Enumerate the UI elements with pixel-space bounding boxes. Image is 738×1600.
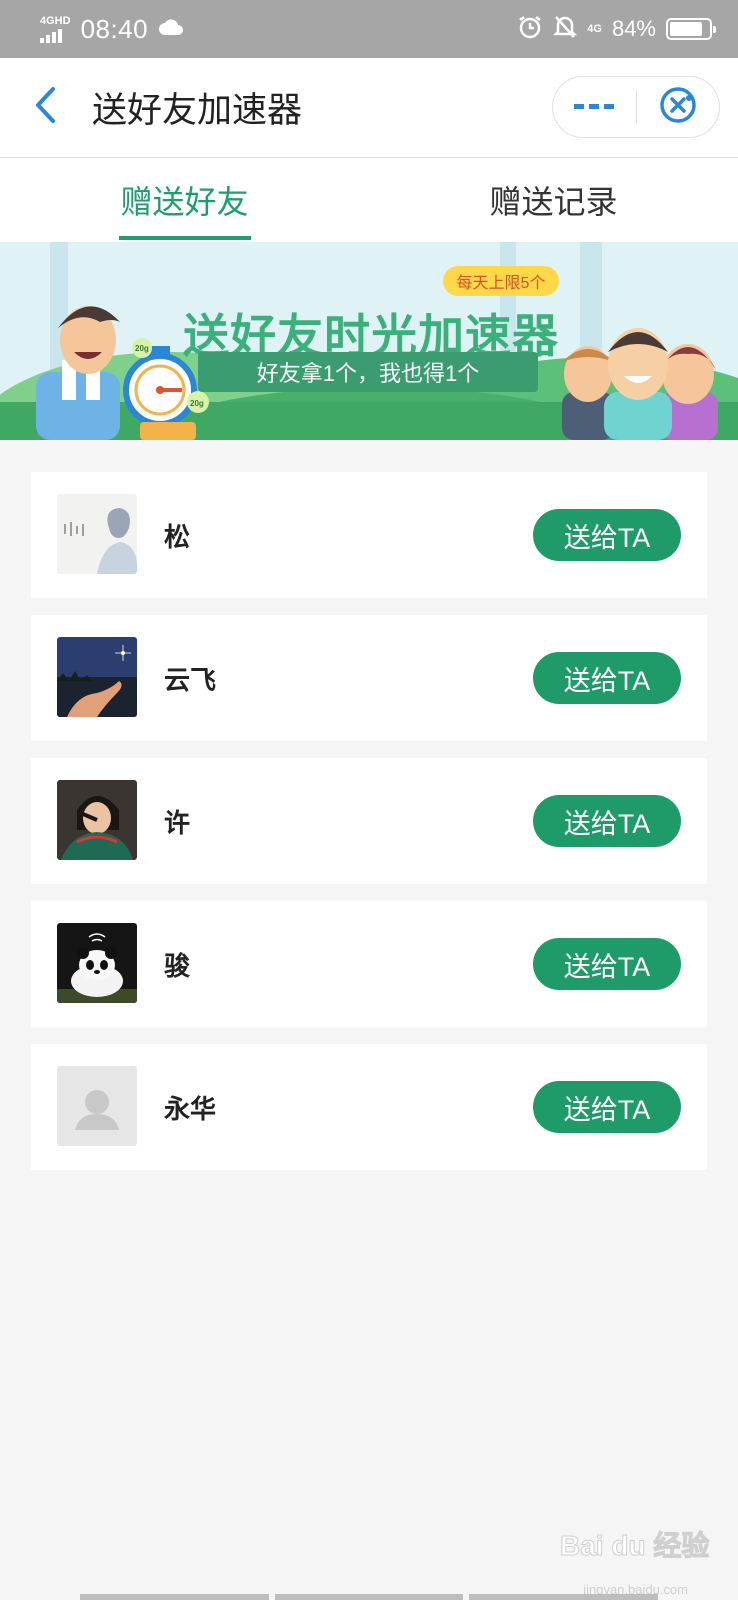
- close-circle-icon: [658, 85, 698, 130]
- bottom-edge-bars: [0, 1594, 738, 1600]
- send-to-friend-button[interactable]: 送给TA: [533, 795, 681, 847]
- friend-name: 松: [164, 521, 191, 552]
- friend-list: 松 送给TA 云飞 送给TA 许 送给TA 骏 送给TA 永华 送给TA: [31, 472, 707, 1187]
- signal-indicator: 4GHD: [40, 14, 71, 43]
- stopwatch-tag-1: 20g: [135, 344, 149, 353]
- status-bar: 4GHD 08:40 4G 84%: [0, 0, 738, 58]
- promo-banner: 每天上限5个 送好友时光加速器 好友拿1个，我也得1个 20g 20g: [0, 242, 738, 440]
- list-item: 骏 送给TA: [31, 901, 707, 1027]
- network-type-label-2: 4G: [587, 22, 602, 35]
- friend-name: 云飞: [164, 664, 217, 695]
- back-button[interactable]: [10, 58, 80, 158]
- list-item: 松 送给TA: [31, 472, 707, 598]
- avatar[interactable]: [57, 494, 137, 574]
- status-left: 4GHD 08:40: [40, 14, 184, 45]
- send-to-friend-button[interactable]: 送给TA: [533, 938, 681, 990]
- panda-avatar: [57, 923, 137, 1003]
- more-button[interactable]: [553, 77, 636, 137]
- avatar[interactable]: [57, 923, 137, 1003]
- sketch-boy-avatar: [57, 494, 137, 574]
- battery-icon: [666, 18, 716, 40]
- alarm-icon: [517, 14, 543, 45]
- close-button[interactable]: [637, 77, 720, 137]
- active-tab-underline: [118, 236, 251, 240]
- send-to-friend-button[interactable]: 送给TA: [533, 509, 681, 561]
- signal-bars-icon: [40, 28, 62, 43]
- title-bar: 送好友加速器: [0, 58, 738, 158]
- battery-fill: [670, 22, 702, 36]
- mini-program-capsule: [552, 76, 720, 138]
- more-dots-icon: [574, 98, 615, 116]
- girl-photo-avatar: [57, 780, 137, 860]
- tab-gift-friends[interactable]: 赠送好友: [0, 158, 369, 242]
- default-person-avatar: [57, 1066, 137, 1146]
- send-to-friend-button[interactable]: 送给TA: [533, 1081, 681, 1133]
- tab-label: 赠送记录: [489, 184, 618, 220]
- cloud-icon: [158, 17, 184, 42]
- list-item: 云飞 送给TA: [31, 615, 707, 741]
- list-item: 永华 送给TA: [31, 1044, 707, 1170]
- list-item: 许 送给TA: [31, 758, 707, 884]
- page-title: 送好友加速器: [92, 91, 303, 130]
- baidu-jingyan-watermark: Bai du 经验: [559, 1516, 709, 1576]
- daily-limit-badge: 每天上限5个: [443, 266, 559, 296]
- clock: 08:40: [80, 13, 149, 44]
- tab-bar: 赠送好友 赠送记录: [0, 158, 738, 242]
- friend-name: 骏: [164, 950, 191, 981]
- chevron-left-icon: [33, 86, 57, 129]
- friend-name: 许: [164, 807, 191, 838]
- stopwatch-tag-2: 20g: [190, 399, 204, 408]
- friend-name: 永华: [164, 1093, 217, 1124]
- avatar[interactable]: [57, 780, 137, 860]
- mute-bell-icon: [553, 14, 578, 45]
- avatar[interactable]: [57, 637, 137, 717]
- watermark-logo: Bai du 经验: [559, 1530, 710, 1562]
- network-type-label: 4GHD: [40, 14, 71, 27]
- send-to-friend-button[interactable]: 送给TA: [533, 652, 681, 704]
- tab-gift-records[interactable]: 赠送记录: [369, 158, 738, 242]
- status-right: 4G 84%: [517, 14, 716, 45]
- battery-percent: 84%: [611, 16, 656, 41]
- banner-subtitle: 好友拿1个，我也得1个: [256, 361, 480, 386]
- night-sky-hand-avatar: [57, 637, 137, 717]
- tab-label: 赠送好友: [120, 184, 249, 220]
- avatar[interactable]: [57, 1066, 137, 1146]
